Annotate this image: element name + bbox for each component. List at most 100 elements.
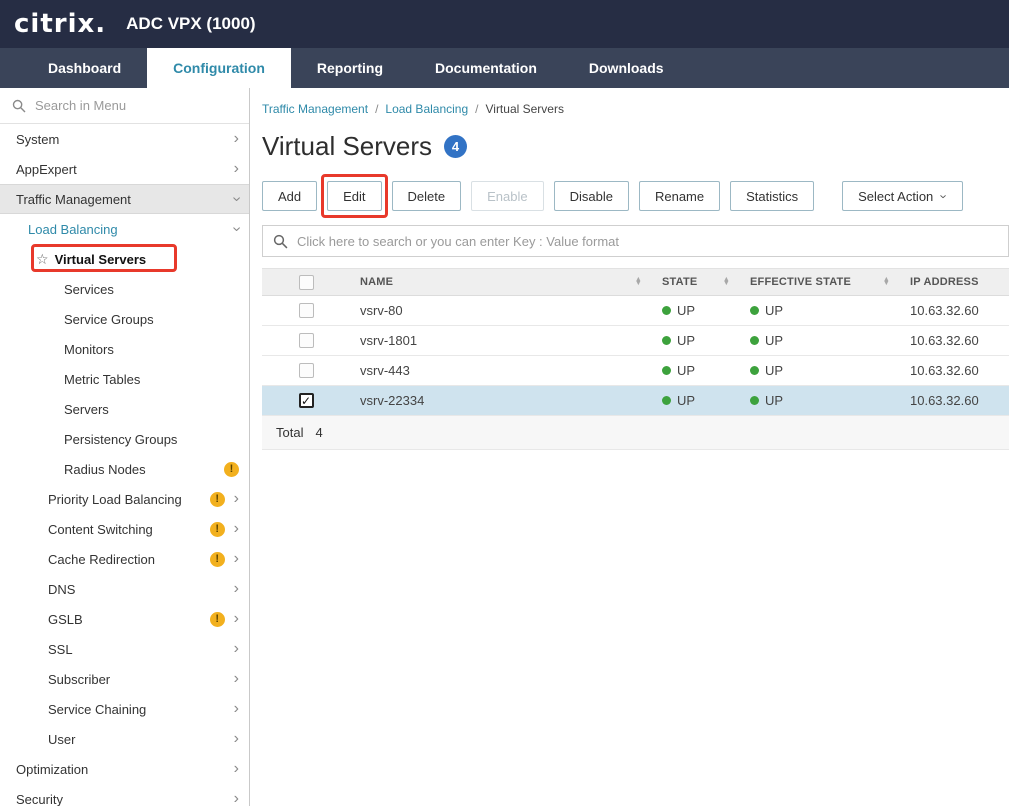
sidebar-item-label: Subscriber [48, 672, 110, 687]
toolbar: AddEditDeleteEnableDisableRenameStatisti… [250, 162, 1009, 211]
sidebar-item-security[interactable]: Security› [0, 784, 249, 806]
column-header-ip-address[interactable]: IP ADDRESS [900, 276, 1009, 288]
chevron-right-icon: › [234, 761, 239, 777]
sidebar-item-label: Metric Tables [64, 372, 140, 387]
sidebar-item-label: Optimization [16, 762, 88, 777]
delete-button[interactable]: Delete [392, 181, 462, 211]
sidebar-item-virtual-servers[interactable]: ☆Virtual Servers [0, 244, 249, 274]
sidebar-item-content-switching[interactable]: Content Switching!› [0, 514, 249, 544]
chevron-right-icon: › [234, 131, 239, 147]
breadcrumb-link[interactable]: Load Balancing [385, 102, 468, 116]
rename-button[interactable]: Rename [639, 181, 720, 211]
sidebar-item-system[interactable]: System› [0, 124, 249, 154]
table-search-bar[interactable]: Click here to search or you can enter Ke… [262, 225, 1009, 257]
statistics-button[interactable]: Statistics [730, 181, 814, 211]
sort-icon[interactable]: ▲▼ [635, 278, 642, 286]
row-effective-state: UP [765, 393, 783, 408]
column-header-name[interactable]: NAME ▲▼ [350, 276, 652, 288]
column-header-label: NAME [360, 276, 393, 288]
search-icon [273, 234, 288, 249]
chevron-right-icon: › [234, 671, 239, 687]
edit-button[interactable]: Edit [327, 181, 381, 211]
row-checkbox[interactable] [299, 363, 314, 378]
sidebar-item-user[interactable]: User› [0, 724, 249, 754]
sidebar-item-priority-load-balancing[interactable]: Priority Load Balancing!› [0, 484, 249, 514]
select-action-dropdown[interactable]: Select Action › [842, 181, 963, 211]
up-status-dot [662, 396, 671, 405]
chevron-right-icon: › [234, 521, 239, 537]
row-name: vsrv-22334 [350, 393, 652, 408]
total-value: 4 [315, 425, 322, 440]
sidebar-item-load-balancing[interactable]: Load Balancing› [0, 214, 249, 244]
up-status-dot [750, 306, 759, 315]
sidebar-item-services[interactable]: Services [0, 274, 249, 304]
citrix-logo: citrix. [14, 9, 106, 39]
app-title: ADC VPX (1000) [126, 14, 255, 34]
page-title: Virtual Servers [262, 131, 432, 162]
sidebar-item-servers[interactable]: Servers [0, 394, 249, 424]
sidebar-item-gslb[interactable]: GSLB!› [0, 604, 249, 634]
star-icon: ☆ [36, 252, 49, 266]
table-footer: Total 4 [262, 416, 1009, 450]
table-row[interactable]: vsrv-1801UPUP10.63.32.60 [262, 326, 1009, 356]
up-status-dot [750, 396, 759, 405]
table-header: NAME▲▼STATE▲▼EFFECTIVE STATE▲▼IP ADDRESS [262, 268, 1009, 296]
sort-icon[interactable]: ▲▼ [883, 278, 890, 286]
sidebar-item-dns[interactable]: DNS› [0, 574, 249, 604]
sidebar-item-appexpert[interactable]: AppExpert› [0, 154, 249, 184]
sidebar-item-label: Persistency Groups [64, 432, 177, 447]
tab-reporting[interactable]: Reporting [291, 48, 409, 88]
sidebar-item-traffic-management[interactable]: Traffic Management› [0, 184, 249, 214]
sidebar-item-radius-nodes[interactable]: Radius Nodes! [0, 454, 249, 484]
sidebar-search-input[interactable]: Search in Menu [0, 88, 249, 124]
sidebar-item-label: Security [16, 792, 63, 806]
sidebar-item-cache-redirection[interactable]: Cache Redirection!› [0, 544, 249, 574]
table-search-placeholder: Click here to search or you can enter Ke… [297, 234, 619, 249]
row-ip: 10.63.32.60 [900, 333, 1009, 348]
sidebar-menu: System›AppExpert›Traffic Management›Load… [0, 124, 249, 806]
tab-downloads[interactable]: Downloads [563, 48, 690, 88]
row-state: UP [677, 393, 695, 408]
breadcrumb-separator: / [375, 102, 378, 116]
column-header-state[interactable]: STATE ▲▼ [652, 276, 740, 288]
sidebar-item-optimization[interactable]: Optimization › [0, 754, 249, 784]
sidebar-item-ssl[interactable]: SSL› [0, 634, 249, 664]
nav-tabs: DashboardConfigurationReportingDocumenta… [22, 48, 690, 88]
add-button[interactable]: Add [262, 181, 317, 211]
disable-button[interactable]: Disable [554, 181, 629, 211]
tab-documentation[interactable]: Documentation [409, 48, 563, 88]
row-checkbox[interactable] [299, 333, 314, 348]
sidebar-item-persistency-groups[interactable]: Persistency Groups [0, 424, 249, 454]
up-status-dot [750, 336, 759, 345]
sidebar-item-monitors[interactable]: Monitors [0, 334, 249, 364]
sidebar-item-label: Priority Load Balancing [48, 492, 182, 507]
select-all-checkbox[interactable] [299, 275, 314, 290]
row-effective-state: UP [765, 363, 783, 378]
sidebar-item-label: Cache Redirection [48, 552, 155, 567]
chevron-right-icon: › [234, 491, 239, 507]
sidebar-item-metric-tables[interactable]: Metric Tables [0, 364, 249, 394]
row-ip: 10.63.32.60 [900, 363, 1009, 378]
chevron-down-icon: › [228, 196, 244, 201]
tab-dashboard[interactable]: Dashboard [22, 48, 147, 88]
sidebar-item-label: GSLB [48, 612, 83, 627]
tab-configuration[interactable]: Configuration [147, 48, 291, 88]
select-all-cell [262, 275, 350, 290]
column-header-label: STATE [662, 276, 697, 288]
table-row[interactable]: vsrv-443UPUP10.63.32.60 [262, 356, 1009, 386]
sort-icon[interactable]: ▲▼ [723, 278, 730, 286]
column-header-effective-state[interactable]: EFFECTIVE STATE▲▼ [740, 276, 900, 288]
row-effective-state: UP [765, 303, 783, 318]
row-ip: 10.63.32.60 [900, 303, 1009, 318]
row-checkbox[interactable] [299, 303, 314, 318]
sidebar-item-label: Content Switching [48, 522, 153, 537]
sidebar-item-subscriber[interactable]: Subscriber › [0, 664, 249, 694]
sidebar-item-service-chaining[interactable]: Service Chaining› [0, 694, 249, 724]
table-row[interactable]: ✓vsrv-22334UPUP10.63.32.60 [262, 386, 1009, 416]
sidebar-item-service-groups[interactable]: Service Groups [0, 304, 249, 334]
table-body: vsrv-80UPUP10.63.32.60vsrv-1801UPUP10.63… [262, 296, 1009, 416]
table-row[interactable]: vsrv-80UPUP10.63.32.60 [262, 296, 1009, 326]
row-checkbox[interactable]: ✓ [299, 393, 314, 408]
chevron-down-icon: › [228, 226, 244, 231]
breadcrumb-link[interactable]: Traffic Management [262, 102, 368, 116]
